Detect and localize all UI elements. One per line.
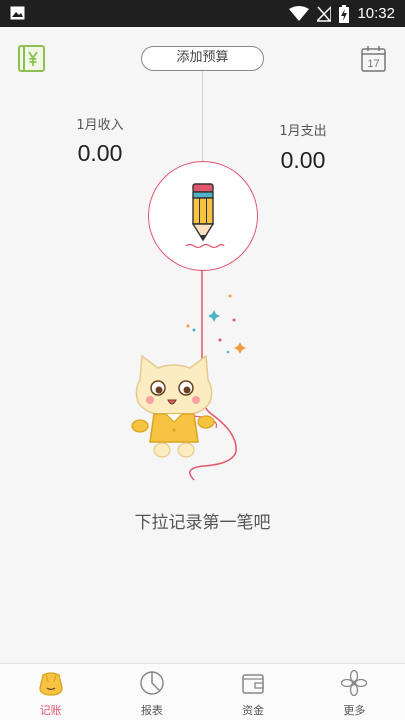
tab-reports[interactable]: 报表 bbox=[101, 664, 202, 720]
tab-more[interactable]: 更多 bbox=[304, 664, 405, 720]
empty-state-hint: 下拉记录第一笔吧 bbox=[134, 513, 271, 533]
expense-value: 0.00 bbox=[280, 147, 326, 173]
pencil-icon bbox=[185, 183, 225, 249]
wallet-yen-icon[interactable] bbox=[18, 45, 45, 72]
pie-chart-icon bbox=[140, 671, 164, 695]
tab-label: 记账 bbox=[39, 704, 62, 717]
wallet-icon bbox=[242, 674, 264, 694]
no-signal-icon bbox=[317, 5, 332, 22]
income-value: 0.00 bbox=[77, 140, 123, 166]
bag-icon bbox=[38, 672, 63, 696]
image-icon bbox=[10, 6, 25, 20]
bottom-tab-bar: 记账 报表 资金 更多 bbox=[0, 663, 405, 720]
calendar-day-text: 17 bbox=[367, 58, 379, 70]
tab-bookkeeping[interactable]: 记账 bbox=[0, 664, 101, 720]
tab-label: 报表 bbox=[140, 704, 163, 717]
expense-label: 1月支出 bbox=[279, 124, 327, 139]
tab-label: 资金 bbox=[242, 704, 265, 717]
status-bar: 10:32 bbox=[0, 0, 405, 27]
add-budget-button[interactable]: 添加预算 bbox=[141, 46, 264, 71]
wifi-icon bbox=[289, 5, 310, 21]
calendar-icon[interactable]: 17 bbox=[361, 45, 386, 72]
record-button[interactable] bbox=[148, 161, 258, 271]
tab-label: 更多 bbox=[343, 704, 366, 717]
flower-icon bbox=[341, 670, 368, 696]
status-time: 10:32 bbox=[357, 5, 395, 22]
tab-funds[interactable]: 资金 bbox=[203, 664, 304, 720]
cat-mascot-illustration bbox=[131, 354, 215, 458]
income-label: 1月收入 bbox=[76, 118, 124, 133]
battery-charging-icon bbox=[339, 4, 350, 23]
